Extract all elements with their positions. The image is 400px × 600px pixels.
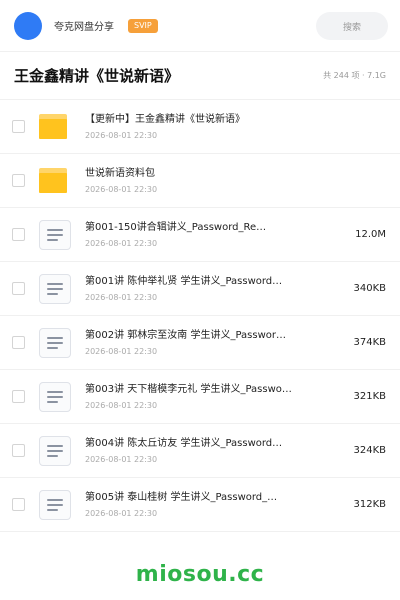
file-info: 第002讲 郭林宗至汝南 学生讲义_Passwor… 2026-08-01 22…: [85, 329, 322, 357]
title-bar: 王金鑫精讲《世说新语》 共 244 项 · 7.1G: [0, 52, 400, 100]
file-size: 312KB: [353, 499, 386, 510]
file-name[interactable]: 第003讲 天下楷模李元礼 学生讲义_Passwo…: [85, 383, 322, 397]
file-date: 2026-08-01 22:30: [85, 400, 158, 410]
search-button-label: 搜索: [342, 22, 361, 33]
file-name[interactable]: 第002讲 郭林宗至汝南 学生讲义_Passwor…: [85, 329, 322, 343]
file-info: 世说新语资料包 2026-08-01 22:30: [85, 167, 322, 195]
file-row[interactable]: 第003讲 天下楷模李元礼 学生讲义_Passwo… 2026-08-01 22…: [0, 370, 400, 424]
file-date: 2026-08-01 22:30: [85, 346, 158, 356]
file-list: 【更新中】王金鑫精讲《世说新语》 2026-08-01 22:30 世说新语资料…: [0, 100, 400, 532]
document-icon: [39, 381, 71, 412]
select-checkbox[interactable]: [12, 120, 25, 133]
document-icon: [39, 489, 71, 520]
file-row[interactable]: 第001-150讲合辑讲义_Password_Re… 2026-08-01 22…: [0, 208, 400, 262]
file-name[interactable]: 第005讲 泰山桂树 学生讲义_Password_…: [85, 491, 322, 505]
file-row[interactable]: 世说新语资料包 2026-08-01 22:30: [0, 154, 400, 208]
select-checkbox[interactable]: [12, 174, 25, 187]
select-checkbox[interactable]: [12, 282, 25, 295]
file-info: 第004讲 陈太丘访友 学生讲义_Password… 2026-08-01 22…: [85, 437, 322, 465]
avatar[interactable]: [14, 11, 42, 40]
file-date: 2026-08-01 22:30: [85, 130, 158, 140]
folder-icon: [39, 112, 71, 142]
file-size: 12.0M: [355, 229, 386, 240]
file-name[interactable]: 第001讲 陈仲举礼贤 学生讲义_Password…: [85, 275, 322, 289]
file-date: 2026-08-01 22:30: [85, 238, 158, 248]
file-info: 第001-150讲合辑讲义_Password_Re… 2026-08-01 22…: [85, 221, 322, 249]
document-icon: [39, 435, 71, 466]
document-icon: [39, 219, 71, 250]
document-icon: [39, 273, 71, 304]
file-date: 2026-08-01 22:30: [85, 292, 158, 302]
file-row[interactable]: 第001讲 陈仲举礼贤 学生讲义_Password… 2026-08-01 22…: [0, 262, 400, 316]
folder-icon: [39, 166, 71, 196]
owner-name[interactable]: 夸克网盘分享: [54, 18, 114, 33]
file-size: 324KB: [353, 445, 386, 456]
file-row[interactable]: 第004讲 陈太丘访友 学生讲义_Password… 2026-08-01 22…: [0, 424, 400, 478]
search-button[interactable]: 搜索: [316, 12, 388, 40]
select-checkbox[interactable]: [12, 444, 25, 457]
file-info: 【更新中】王金鑫精讲《世说新语》 2026-08-01 22:30: [85, 113, 322, 141]
file-size: 374KB: [353, 337, 386, 348]
file-name[interactable]: 第001-150讲合辑讲义_Password_Re…: [85, 221, 322, 235]
file-row[interactable]: 第005讲 泰山桂树 学生讲义_Password_… 2026-08-01 22…: [0, 478, 400, 532]
file-date: 2026-08-01 22:30: [85, 184, 158, 194]
page-title: 王金鑫精讲《世说新语》: [14, 67, 180, 85]
file-name[interactable]: 第004讲 陈太丘访友 学生讲义_Password…: [85, 437, 322, 451]
select-checkbox[interactable]: [12, 228, 25, 241]
file-info: 第001讲 陈仲举礼贤 学生讲义_Password… 2026-08-01 22…: [85, 275, 322, 303]
file-date: 2026-08-01 22:30: [85, 454, 158, 464]
share-header: 夸克网盘分享 SVIP 搜索: [0, 0, 400, 52]
file-size: 340KB: [353, 283, 386, 294]
file-row[interactable]: 第002讲 郭林宗至汝南 学生讲义_Passwor… 2026-08-01 22…: [0, 316, 400, 370]
select-checkbox[interactable]: [12, 498, 25, 511]
svip-badge: SVIP: [128, 18, 158, 33]
document-icon: [39, 327, 71, 358]
file-info: 第005讲 泰山桂树 学生讲义_Password_… 2026-08-01 22…: [85, 491, 322, 519]
file-name[interactable]: 世说新语资料包: [85, 167, 322, 181]
watermark: miosou.cc: [135, 562, 265, 587]
file-name[interactable]: 【更新中】王金鑫精讲《世说新语》: [85, 113, 322, 127]
item-summary: 共 244 项 · 7.1G: [323, 71, 386, 80]
file-row[interactable]: 【更新中】王金鑫精讲《世说新语》 2026-08-01 22:30: [0, 100, 400, 154]
file-size: 321KB: [353, 391, 386, 402]
file-info: 第003讲 天下楷模李元礼 学生讲义_Passwo… 2026-08-01 22…: [85, 383, 322, 411]
select-checkbox[interactable]: [12, 390, 25, 403]
file-date: 2026-08-01 22:30: [85, 508, 158, 518]
select-checkbox[interactable]: [12, 336, 25, 349]
